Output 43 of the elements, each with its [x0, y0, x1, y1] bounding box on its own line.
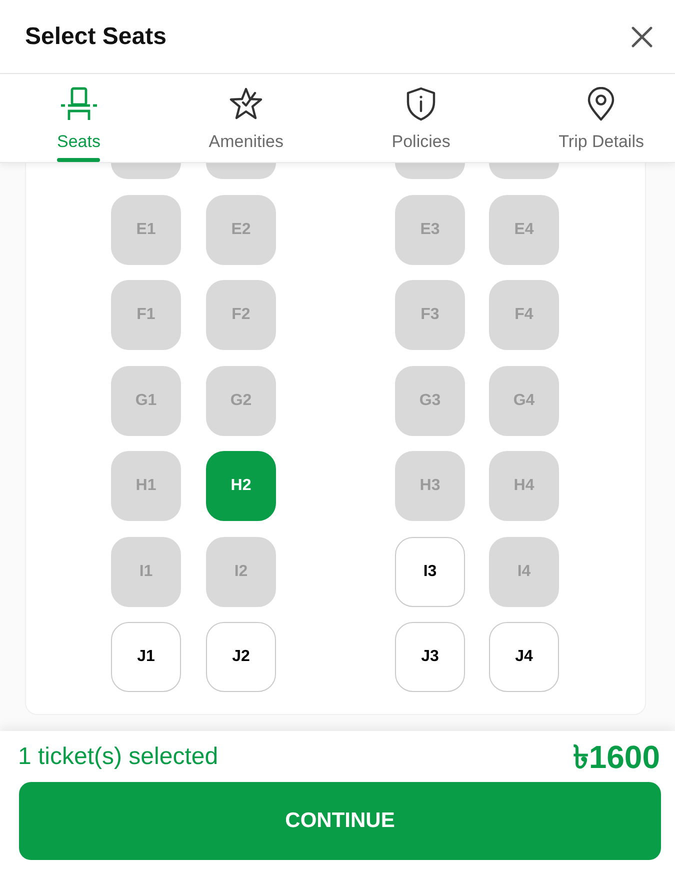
- seat-button[interactable]: F1: [111, 280, 181, 350]
- star-check-icon: [229, 87, 264, 121]
- seat-button[interactable]: J2: [206, 622, 276, 692]
- ticket-count-text: 1 ticket(s) selected: [18, 742, 218, 772]
- seat-button[interactable]: [489, 163, 559, 179]
- seat-button[interactable]: J3: [395, 622, 465, 692]
- seat-button[interactable]: E4: [489, 194, 559, 264]
- seat-button[interactable]: I1: [111, 536, 181, 606]
- seat-button[interactable]: G1: [111, 366, 181, 436]
- seat-button[interactable]: I3: [395, 536, 465, 606]
- seat-button[interactable]: H2: [206, 451, 276, 521]
- seat-button[interactable]: I2: [206, 536, 276, 606]
- close-icon: [631, 26, 653, 48]
- seat-button[interactable]: H4: [489, 451, 559, 521]
- seat-button[interactable]: E1: [111, 194, 181, 264]
- shield-info-icon: [406, 87, 436, 121]
- seat-button[interactable]: J1: [111, 622, 181, 692]
- seat-button[interactable]: G4: [489, 366, 559, 436]
- seat-button[interactable]: F3: [395, 280, 465, 350]
- seat-button[interactable]: I4: [489, 536, 559, 606]
- map-pin-icon: [587, 87, 616, 121]
- seat-button[interactable]: G2: [206, 366, 276, 436]
- seat-button[interactable]: [206, 163, 276, 179]
- continue-button[interactable]: CONTINUE: [19, 782, 661, 860]
- seat-button[interactable]: E2: [206, 194, 276, 264]
- seat-button[interactable]: F4: [489, 280, 559, 350]
- total-price: ৳1600: [572, 738, 660, 774]
- seat-icon: [60, 87, 98, 121]
- seat-button[interactable]: F2: [206, 280, 276, 350]
- dialog-title: Select Seats: [25, 24, 166, 48]
- seat-button[interactable]: G3: [395, 366, 465, 436]
- tab[interactable]: Trip Details: [558, 74, 644, 152]
- active-tab-underline: [57, 158, 100, 162]
- seat-button[interactable]: E3: [395, 194, 465, 264]
- seat-button[interactable]: H1: [111, 451, 181, 521]
- close-button[interactable]: [631, 26, 653, 48]
- seat-button[interactable]: H3: [395, 451, 465, 521]
- seat-button[interactable]: [111, 163, 181, 179]
- tab[interactable]: Seats: [57, 74, 100, 162]
- tab[interactable]: Policies: [392, 74, 450, 152]
- seat-button[interactable]: J4: [489, 622, 559, 692]
- seat-button[interactable]: [395, 163, 465, 179]
- tab[interactable]: Amenities: [208, 74, 284, 152]
